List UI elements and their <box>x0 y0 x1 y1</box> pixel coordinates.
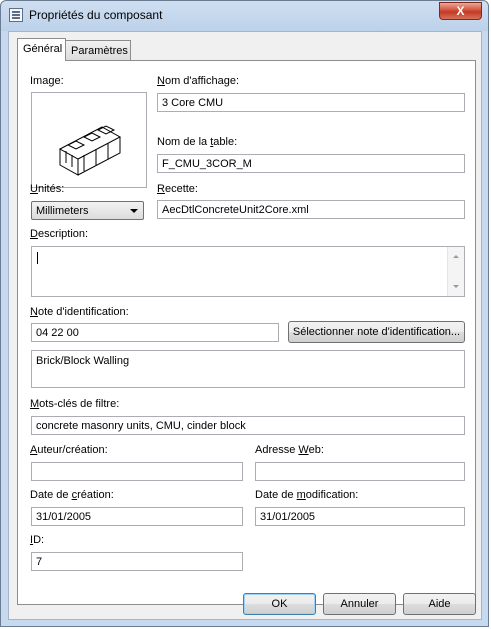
filter-keywords-label: Mots-clés de filtre: <box>30 398 120 410</box>
dialog-body: Général Paramètres Image: Nom d'affichag… <box>8 31 482 620</box>
tab-general-label: Général <box>23 43 63 55</box>
modification-date-label: Date de modification: <box>255 489 359 501</box>
cancel-button[interactable]: Annuler <box>323 593 396 615</box>
description-field[interactable] <box>31 246 465 297</box>
units-value: Millimeters <box>36 205 89 217</box>
window-title: Propriétés du composant <box>29 8 163 22</box>
modification-date-field[interactable]: 31/01/2005 <box>255 507 465 526</box>
image-label: Image: <box>30 75 64 87</box>
table-name-label: Nom de la table: <box>157 136 238 148</box>
units-label: Unités: <box>30 183 65 195</box>
tab-parameters-label: Paramètres <box>71 45 128 57</box>
author-label: Auteur/création: <box>30 444 108 456</box>
units-select[interactable]: Millimeters <box>31 201 144 220</box>
filter-keywords-field[interactable]: concrete masonry units, CMU, cinder bloc… <box>31 416 465 435</box>
help-button[interactable]: Aide <box>403 593 476 615</box>
id-field[interactable]: 7 <box>31 552 243 571</box>
id-note-label: Note d'identification: <box>30 306 129 318</box>
scroll-up-icon[interactable] <box>453 255 459 258</box>
component-preview <box>31 92 147 188</box>
web-address-field[interactable] <box>255 462 465 481</box>
creation-date-field[interactable]: 31/01/2005 <box>31 507 243 526</box>
author-field[interactable] <box>31 462 243 481</box>
id-label: ID: <box>30 534 45 546</box>
chevron-down-icon <box>130 209 138 213</box>
display-name-field[interactable]: 3 Core CMU <box>157 93 465 112</box>
select-id-note-button[interactable]: Sélectionner note d'identification... <box>288 321 465 343</box>
display-name-label: Nom d'affichage: <box>157 75 240 87</box>
creation-date-label: Date de création: <box>30 489 114 501</box>
close-button[interactable]: X <box>439 2 482 20</box>
description-label: Description: <box>30 228 89 240</box>
table-name-field[interactable]: F_CMU_3COR_M <box>157 154 465 173</box>
recipe-field[interactable]: AecDtlConcreteUnit2Core.xml <box>157 200 465 219</box>
cmu-block-icon <box>58 125 122 176</box>
recipe-label: Recette: <box>157 183 198 195</box>
id-note-text-field[interactable]: Brick/Block Walling <box>31 350 465 388</box>
description-scrollbar[interactable] <box>447 247 464 296</box>
title-bar: Propriétés du composant X <box>1 1 488 29</box>
tab-general[interactable]: Général <box>17 38 66 61</box>
id-note-field[interactable]: 04 22 00 <box>31 323 279 342</box>
text-cursor <box>37 252 38 264</box>
scroll-down-icon[interactable] <box>453 285 459 288</box>
general-panel: Image: Nom d'affichage: 3 Core CMU Nom d… <box>17 60 476 605</box>
properties-icon <box>9 8 23 22</box>
tab-parameters[interactable]: Paramètres <box>65 40 131 60</box>
web-address-label: Adresse Web: <box>255 444 324 456</box>
ok-button[interactable]: OK <box>243 593 316 615</box>
component-properties-window: Propriétés du composant X Général Paramè… <box>0 0 489 627</box>
